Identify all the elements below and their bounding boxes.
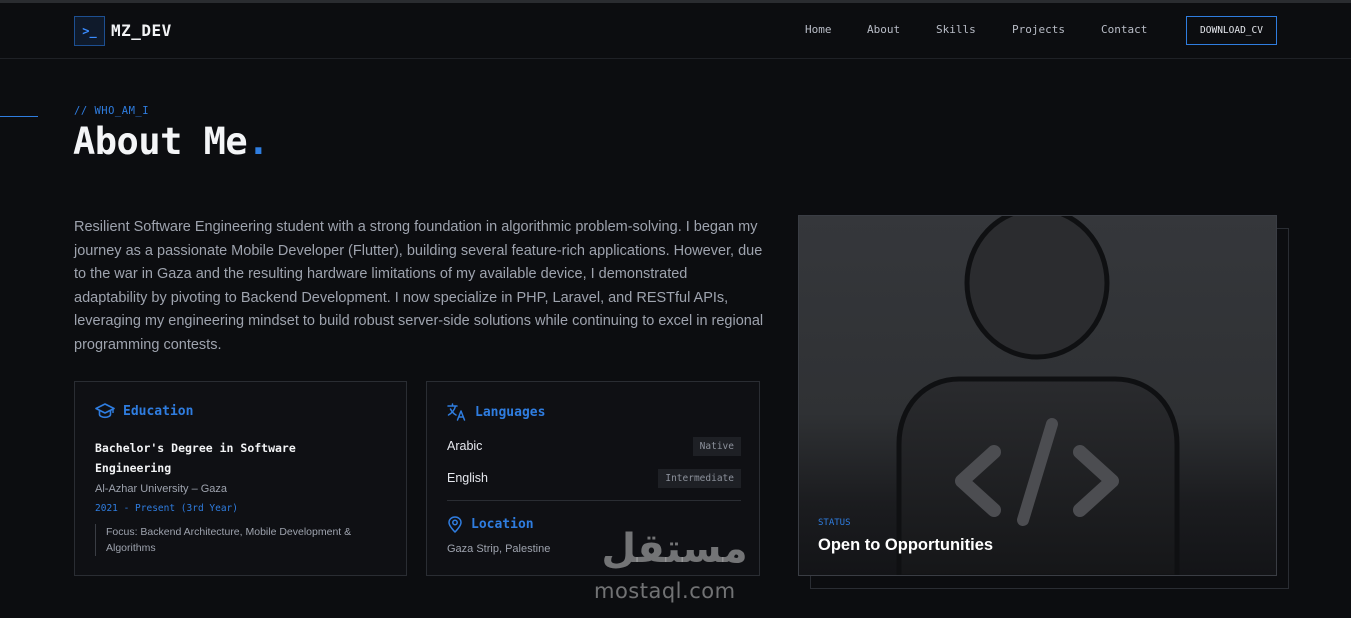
watermark-arabic-text: مستقل [601, 526, 748, 572]
location-value: Gaza Strip, Palestine [447, 543, 551, 555]
status-label: STATUS [818, 518, 851, 528]
title-accent-dot: . [247, 120, 269, 163]
nav-link-skills[interactable]: Skills [936, 23, 976, 36]
languages-heading: Languages [475, 404, 546, 420]
graduation-cap-icon [95, 403, 115, 419]
page-title-text: About Me [73, 120, 248, 163]
section-accent-line [0, 116, 38, 117]
degree-title: Bachelor's Degree in Software Engineerin… [95, 441, 296, 475]
about-bio: Resilient Software Engineering student w… [74, 219, 764, 353]
language-row: Arabic Native [447, 435, 741, 457]
developer-avatar-icon [896, 216, 1180, 575]
nav-link-projects[interactable]: Projects [1012, 23, 1065, 36]
nav-link-about[interactable]: About [867, 23, 900, 36]
education-dates: 2021 - Present (3rd Year) [95, 503, 238, 514]
watermark-latin-text: mostaql.com [594, 579, 736, 603]
profile-image: STATUS Open to Opportunities [798, 215, 1277, 576]
language-row: English Intermediate [447, 467, 741, 489]
nav-link-home[interactable]: Home [805, 23, 832, 36]
status-text: Open to Opportunities [818, 536, 994, 554]
education-focus: Focus: Backend Architecture, Mobile Deve… [95, 524, 395, 556]
language-level-badge: Native [692, 436, 741, 456]
translate-icon [447, 403, 466, 421]
language-name: Arabic [447, 439, 483, 453]
section-eyebrow: // WHO_AM_I [74, 105, 150, 117]
mostaql-watermark: مستقل mostaql.com [592, 527, 762, 607]
page-title: About Me. [73, 120, 269, 163]
language-name: English [447, 471, 488, 485]
languages-card-header: Languages [447, 403, 545, 421]
education-card-header: Education [95, 403, 193, 419]
university-name: Al-Azhar University – Gaza [95, 483, 228, 495]
download-cv-button[interactable]: DOWNLOAD_CV [1186, 16, 1277, 45]
education-card: Education Bachelor's Degree in Software … [74, 381, 407, 576]
logo-glyph: >_ [82, 24, 97, 38]
top-navbar: >_ MZ_DEV Home About Skills Projects Con… [0, 3, 1351, 59]
terminal-logo-icon[interactable]: >_ [74, 16, 105, 46]
language-level-badge: Intermediate [658, 468, 741, 488]
languages-divider [447, 500, 741, 501]
education-heading: Education [123, 403, 194, 419]
nav-link-contact[interactable]: Contact [1101, 23, 1147, 36]
location-heading: Location [471, 517, 534, 532]
map-pin-icon [448, 516, 462, 533]
location-header: Location [447, 516, 534, 533]
brand-name[interactable]: MZ_DEV [111, 21, 172, 40]
